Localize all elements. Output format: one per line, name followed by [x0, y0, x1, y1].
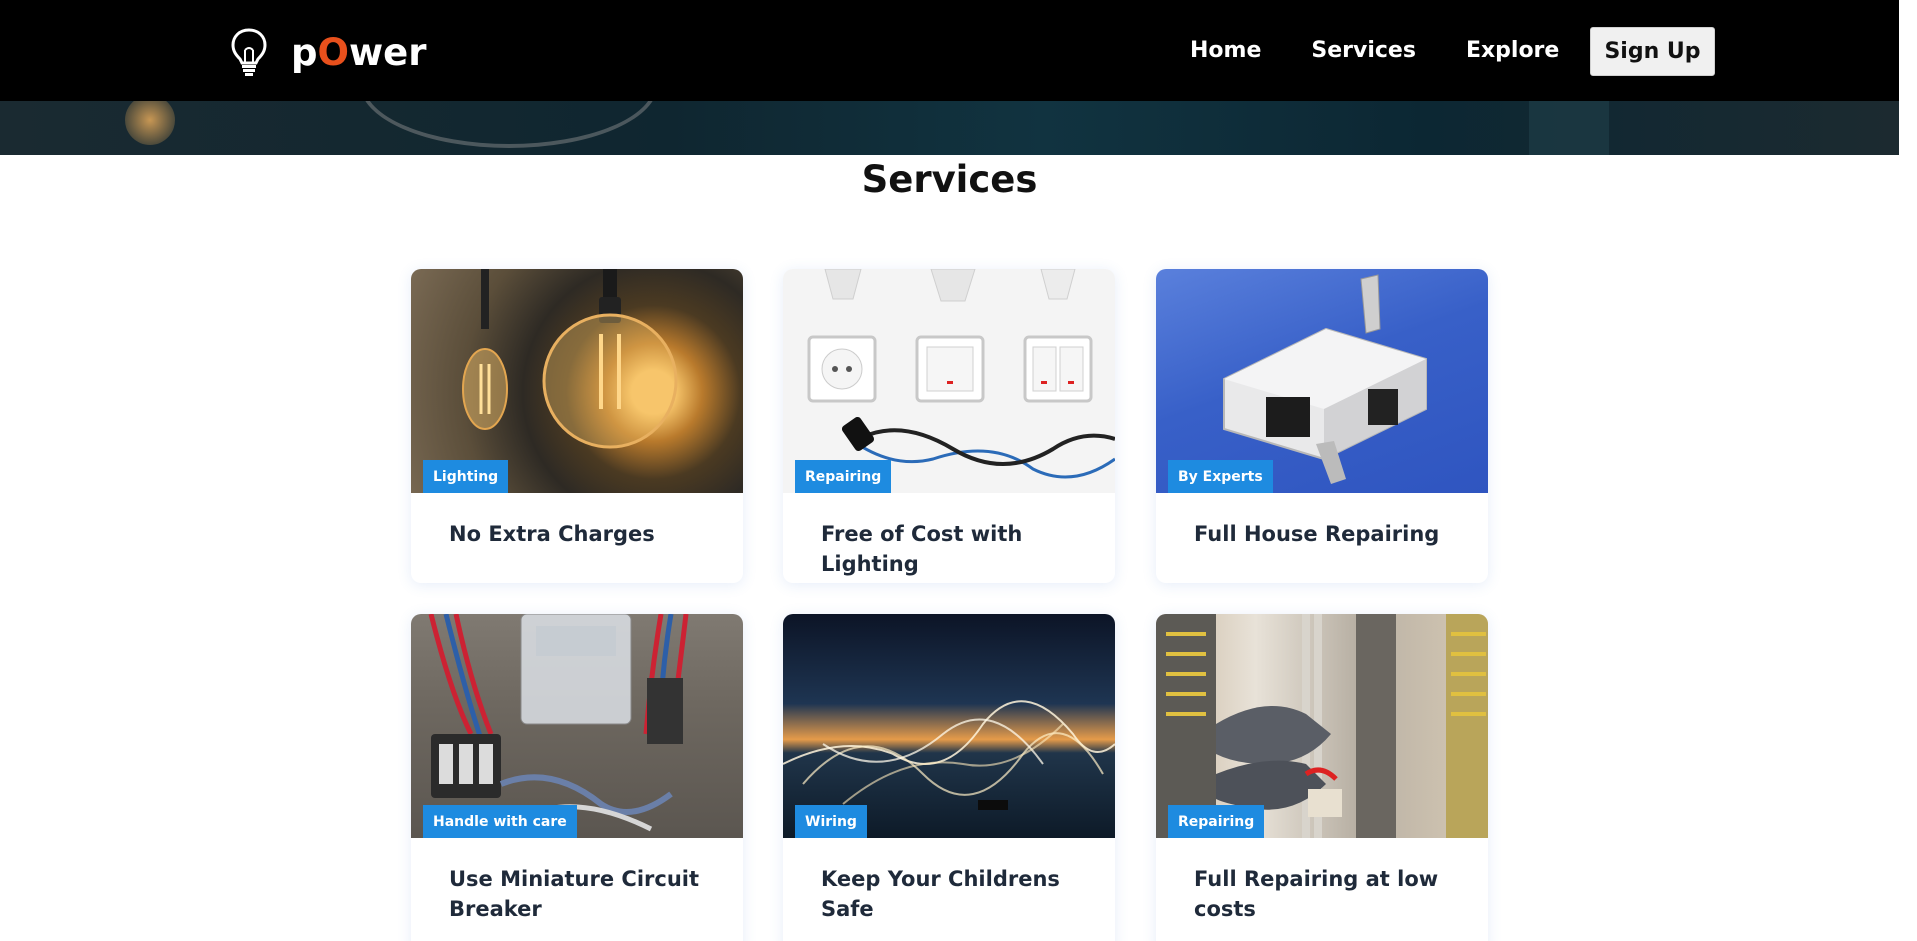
navbar: pOwer Home Services Explore Sign Up — [0, 0, 1899, 101]
page: pOwer Home Services Explore Sign Up Serv… — [0, 0, 1917, 941]
service-title: Free of Cost with Lighting — [821, 522, 1023, 576]
service-card-image: Wiring — [783, 614, 1115, 838]
service-card-image: Lighting — [411, 269, 743, 493]
service-title: Keep Your Childrens Safe — [821, 867, 1060, 921]
service-card-image: By Experts — [1156, 269, 1488, 493]
service-title: Full Repairing at low costs — [1194, 867, 1439, 921]
service-card[interactable]: Wiring Keep Your Childrens Safe — [783, 614, 1115, 941]
sign-up-button[interactable]: Sign Up — [1590, 27, 1715, 76]
section-title: Services — [861, 158, 1038, 201]
service-card[interactable]: By Experts Full House Repairing — [1156, 269, 1488, 583]
service-card[interactable]: Repairing Free of Cost with Lighting — [783, 269, 1115, 583]
nav-explore-link[interactable]: Explore — [1466, 38, 1559, 63]
brand-logo[interactable]: pOwer — [227, 26, 427, 78]
service-badge: Repairing — [1168, 805, 1265, 838]
service-card[interactable]: Lighting No Extra Charges — [411, 269, 743, 583]
service-title: Full House Repairing — [1194, 522, 1440, 546]
service-badge: By Experts — [1168, 460, 1273, 493]
service-badge: Repairing — [795, 460, 892, 493]
service-badge: Handle with care — [423, 805, 577, 838]
service-title: Use Miniature Circuit Breaker — [449, 867, 700, 921]
service-card-image: Repairing — [783, 269, 1115, 493]
brand-name: pOwer — [291, 30, 427, 74]
service-card[interactable]: Repairing Full Repairing at low costs — [1156, 614, 1488, 941]
service-card-image: Repairing — [1156, 614, 1488, 838]
service-card-image: Handle with care — [411, 614, 743, 838]
service-badge: Wiring — [795, 805, 867, 838]
service-card[interactable]: Handle with care Use Miniature Circuit B… — [411, 614, 743, 941]
nav-links: Home Services Explore — [1190, 0, 1609, 101]
service-badge: Lighting — [423, 460, 509, 493]
service-title: No Extra Charges — [449, 522, 655, 546]
nav-home-link[interactable]: Home — [1190, 38, 1261, 63]
hero-bokeh-light — [125, 95, 175, 145]
lightbulb-icon — [231, 28, 267, 76]
nav-services-link[interactable]: Services — [1311, 38, 1416, 63]
